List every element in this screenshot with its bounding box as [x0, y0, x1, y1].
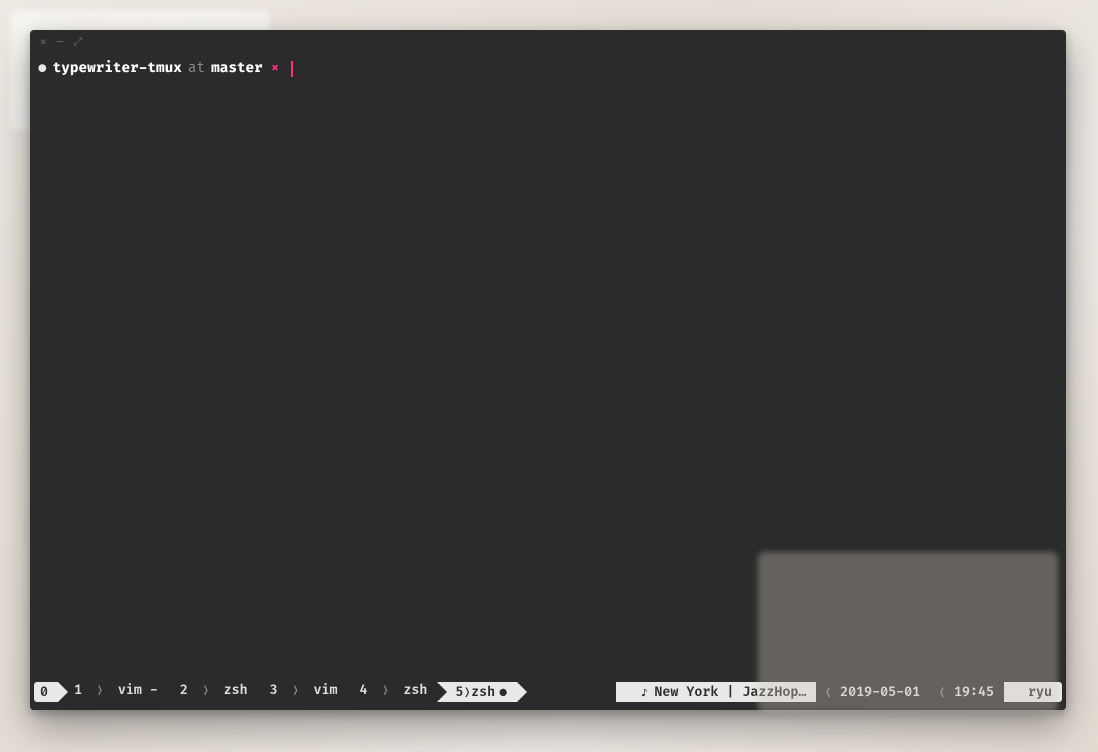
- chevron-right-icon: ❭: [463, 682, 471, 702]
- tmux-window-name: zsh: [224, 682, 248, 698]
- chevron-left-icon: ❬: [938, 684, 946, 700]
- chevron-right-icon: ❭: [96, 682, 104, 698]
- terminal-body[interactable]: ● typewriter-tmux at master ×: [30, 54, 1066, 682]
- tmux-user-segment: ryu: [1004, 682, 1062, 702]
- maximize-icon[interactable]: ⤢: [73, 37, 82, 48]
- tmux-status-left: 0 1 ❭ vim - 2 ❭ zsh 3 ❭ vim: [34, 682, 517, 704]
- tmux-status-right: ♪ New York | JazzHop… ❬ 2019-05-01 ❬ 19:…: [616, 682, 1062, 704]
- prompt-cwd: typewriter-tmux: [53, 60, 182, 79]
- window-titlebar: ✕ — ⤢: [30, 30, 1066, 54]
- terminal-cursor: [291, 61, 293, 77]
- prompt-dirty-icon: ×: [271, 60, 280, 79]
- tmux-date-segment: ❬ 2019-05-01: [816, 682, 930, 702]
- tmux-session-badge[interactable]: 0: [34, 682, 58, 702]
- tmux-window-name: zsh: [471, 682, 495, 702]
- tmux-window-1[interactable]: 1 ❭ vim -: [58, 682, 164, 704]
- tmux-window-3[interactable]: 3 ❭ vim: [254, 682, 344, 704]
- tmux-window-index: 5: [455, 682, 463, 702]
- prompt-git-branch: master: [211, 60, 263, 79]
- tmux-music-segment: ♪ New York | JazzHop…: [616, 682, 816, 702]
- prompt-at: at: [188, 60, 205, 79]
- tmux-window-index: 4: [359, 682, 367, 698]
- close-icon[interactable]: ✕: [40, 37, 47, 48]
- tmux-time-segment: ❬ 19:45: [930, 682, 1004, 702]
- shell-prompt: ● typewriter-tmux at master ×: [38, 60, 1058, 79]
- tmux-music-text: New York | JazzHop…: [654, 684, 806, 700]
- desktop-background: ✕ — ⤢ ● typewriter-tmux at master × 0: [0, 0, 1098, 752]
- chevron-right-icon: ❭: [381, 682, 389, 698]
- tmux-window-index: 1: [74, 682, 82, 698]
- tmux-user-text: ryu: [1028, 684, 1052, 700]
- tmux-window-index: 2: [180, 682, 188, 698]
- tmux-session-index: 0: [40, 682, 48, 702]
- chevron-left-icon: ❬: [824, 684, 832, 700]
- music-note-icon: ♪: [640, 684, 648, 700]
- tmux-window-name: vim: [313, 682, 337, 698]
- chevron-right-icon: ❭: [292, 682, 300, 698]
- tmux-status-bar: 0 1 ❭ vim - 2 ❭ zsh 3 ❭ vim: [30, 682, 1066, 710]
- prompt-bullet-icon: ●: [38, 60, 47, 79]
- tmux-window-name: zsh: [403, 682, 427, 698]
- tmux-time-text: 19:45: [954, 684, 994, 700]
- tmux-date-text: 2019-05-01: [840, 684, 920, 700]
- tmux-window-index: 3: [270, 682, 278, 698]
- tmux-window-2[interactable]: 2 ❭ zsh: [164, 682, 254, 704]
- tmux-window-5-active[interactable]: 5 ❭ zsh ●: [447, 682, 517, 702]
- chevron-right-icon: ❭: [202, 682, 210, 698]
- minimize-icon[interactable]: —: [57, 37, 64, 48]
- tmux-window-flag-icon: ●: [499, 682, 507, 702]
- tmux-window-4[interactable]: 4 ❭ zsh: [343, 682, 433, 704]
- terminal-window: ✕ — ⤢ ● typewriter-tmux at master × 0: [30, 30, 1066, 710]
- tmux-window-name: vim -: [118, 682, 158, 698]
